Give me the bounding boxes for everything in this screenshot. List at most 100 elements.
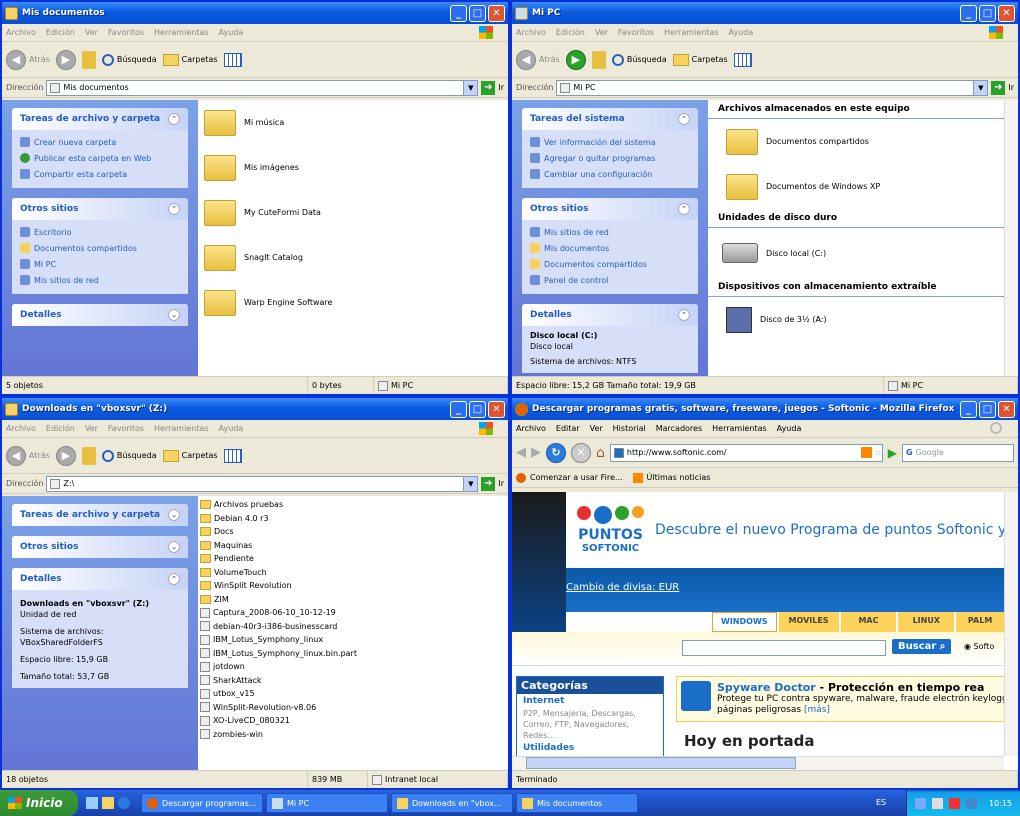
menu-favoritos[interactable]: Favoritos — [618, 28, 654, 37]
panel-header[interactable]: Detalles ⌄ — [12, 304, 188, 326]
task-share-folder[interactable]: Compartir esta carpeta — [20, 166, 180, 182]
menu-ayuda[interactable]: Ayuda — [729, 28, 754, 37]
forward-button[interactable]: ▶ — [565, 49, 586, 70]
file-item[interactable]: Documentos de Windows XP — [708, 164, 1018, 209]
dropdown-icon[interactable]: ▼ — [973, 80, 988, 95]
category-utilidades[interactable]: Utilidades — [517, 741, 663, 755]
file-item[interactable]: zombies-win — [198, 728, 508, 742]
maximize-button[interactable]: □ — [469, 4, 486, 22]
file-item[interactable]: Warp Engine Software — [198, 280, 508, 325]
file-item[interactable]: Documentos compartidos — [708, 119, 1018, 164]
menu-archivo[interactable]: Archivo — [516, 424, 546, 433]
panel-header[interactable]: Otros sitios ⌃ — [12, 198, 188, 220]
file-item[interactable]: jotdown — [198, 660, 508, 674]
file-item[interactable]: utbox_v15 — [198, 687, 508, 701]
address-input[interactable]: Mis documentos ▼ — [46, 79, 479, 96]
menu-edicion[interactable]: Edición — [46, 28, 75, 37]
collapse-icon[interactable]: ⌃ — [168, 573, 180, 585]
promo-box[interactable]: Spyware Doctor - Protección en tiempo re… — [676, 676, 1018, 722]
back-button[interactable]: ◀ Atrás — [6, 49, 50, 70]
panel-header[interactable]: Tareas de archivo y carpeta ⌄ — [12, 504, 188, 526]
menu-favoritos[interactable]: Favoritos — [108, 424, 144, 433]
drive-item[interactable]: Disco local (C:) — [708, 228, 1018, 278]
file-item[interactable]: SnagIt Catalog — [198, 235, 508, 280]
address-input[interactable]: Mi PC ▼ — [556, 79, 989, 96]
task-add-remove[interactable]: Agregar o quitar programas — [530, 150, 690, 166]
promo-more-link[interactable]: [más] — [804, 705, 830, 715]
collapse-icon[interactable]: ⌃ — [168, 113, 180, 125]
tab-moviles[interactable]: MOVILES — [778, 612, 839, 632]
menu-historial[interactable]: Historial — [613, 424, 646, 433]
titlebar[interactable]: Downloads en "vboxsvr" (Z:) _ □ ✕ — [2, 398, 508, 420]
task-system-info[interactable]: Ver información del sistema — [530, 134, 690, 150]
go-arrow-icon[interactable]: ➜ — [991, 80, 1006, 95]
place-network[interactable]: Mis sitios de red — [530, 224, 690, 240]
home-icon[interactable]: ⌂ — [596, 445, 605, 461]
file-item[interactable]: IBM_Lotus_Symphony_linux — [198, 633, 508, 647]
menu-ver[interactable]: Ver — [85, 28, 98, 37]
horizontal-scrollbar[interactable] — [512, 756, 1004, 770]
file-item[interactable]: WinSplit-Revolution-v8.06 — [198, 701, 508, 715]
site-search-button[interactable]: Buscar ⌕ — [892, 639, 952, 654]
clock[interactable]: 10:15 — [989, 799, 1012, 808]
bookmark-getting-started[interactable]: Comenzar a usar Fire... — [530, 473, 623, 482]
menu-ver[interactable]: Ver — [85, 424, 98, 433]
panel-header[interactable]: Detalles ⌃ — [12, 568, 188, 590]
star-icon[interactable]: ☆ — [875, 448, 882, 457]
up-folder-icon[interactable] — [81, 50, 96, 69]
up-folder-icon[interactable] — [591, 50, 606, 69]
task-firefox[interactable]: Descargar programas... — [141, 793, 263, 813]
minimize-button[interactable]: _ — [960, 4, 977, 22]
category-internet-sub[interactable]: P2P, Mensajería, Descargas, Correo, FTP,… — [517, 708, 663, 741]
forward-icon[interactable]: ▶ — [531, 445, 541, 460]
panel-header[interactable]: Otros sitios ⌄ — [12, 536, 188, 558]
titlebar[interactable]: Mis documentos _ □ ✕ — [2, 2, 508, 24]
maximize-button[interactable]: □ — [469, 400, 486, 418]
views-icon[interactable] — [223, 448, 242, 463]
folders-button[interactable]: Carpetas — [672, 53, 728, 66]
menu-ver[interactable]: Ver — [595, 28, 608, 37]
maximize-button[interactable]: □ — [979, 4, 996, 22]
menu-herramientas[interactable]: Herramientas — [154, 424, 209, 433]
forward-button[interactable]: ▶ — [55, 49, 76, 70]
vertical-scrollbar[interactable] — [1004, 100, 1018, 376]
collapse-icon[interactable]: ⌃ — [678, 113, 690, 125]
titlebar[interactable]: Descargar programas gratis, software, fr… — [512, 398, 1018, 420]
minimize-button[interactable]: _ — [450, 4, 467, 22]
volume-tray-icon[interactable] — [931, 797, 943, 809]
panel-header[interactable]: Tareas de archivo y carpeta ⌃ — [12, 108, 188, 130]
menu-favoritos[interactable]: Favoritos — [108, 28, 144, 37]
file-item[interactable]: XO-LiveCD_080321 — [198, 714, 508, 728]
task-mi-pc[interactable]: Mi PC — [266, 793, 388, 813]
go-icon[interactable]: ▶ — [888, 446, 897, 460]
task-new-folder[interactable]: Crear nueva carpeta — [20, 134, 180, 150]
file-item[interactable]: SharkAttack — [198, 674, 508, 688]
up-folder-icon[interactable] — [81, 446, 96, 465]
expand-icon[interactable]: ⌄ — [168, 309, 180, 321]
task-mis-documentos[interactable]: Mis documentos — [516, 793, 638, 813]
views-icon[interactable] — [733, 52, 752, 67]
file-item[interactable]: Mis imágenes — [198, 145, 508, 190]
search-box[interactable]: G Google — [902, 443, 1014, 462]
folder-item[interactable]: WinSplit Revolution — [198, 579, 508, 593]
menu-herramientas[interactable]: Herramientas — [712, 424, 767, 433]
folder-item[interactable]: Archivos pruebas — [198, 498, 508, 512]
tab-palm[interactable]: PALM — [956, 612, 1005, 632]
panel-header[interactable]: Tareas del sistema ⌃ — [522, 108, 698, 130]
menu-edicion[interactable]: Edición — [46, 424, 75, 433]
rss-icon[interactable] — [860, 447, 872, 458]
tab-linux[interactable]: LINUX — [898, 612, 955, 632]
show-desktop-icon[interactable] — [86, 797, 98, 809]
file-item[interactable]: IBM_Lotus_Symphony_linux.bin.part — [198, 647, 508, 661]
vbox-tray-icon[interactable] — [965, 797, 977, 809]
go-button[interactable]: Ir — [1008, 83, 1014, 92]
reload-icon[interactable]: ↻ — [546, 442, 566, 463]
close-button[interactable]: ✕ — [488, 4, 505, 22]
search-option[interactable]: ◉ Softo — [964, 642, 994, 651]
forward-button[interactable]: ▶ — [55, 445, 76, 466]
folder-item[interactable]: Maquinas — [198, 539, 508, 553]
go-arrow-icon[interactable]: ➜ — [481, 80, 496, 95]
tab-mac[interactable]: MAC — [840, 612, 897, 632]
minimize-button[interactable]: _ — [450, 400, 467, 418]
url-bar[interactable]: http://www.softonic.com/ ☆ — [609, 443, 883, 462]
